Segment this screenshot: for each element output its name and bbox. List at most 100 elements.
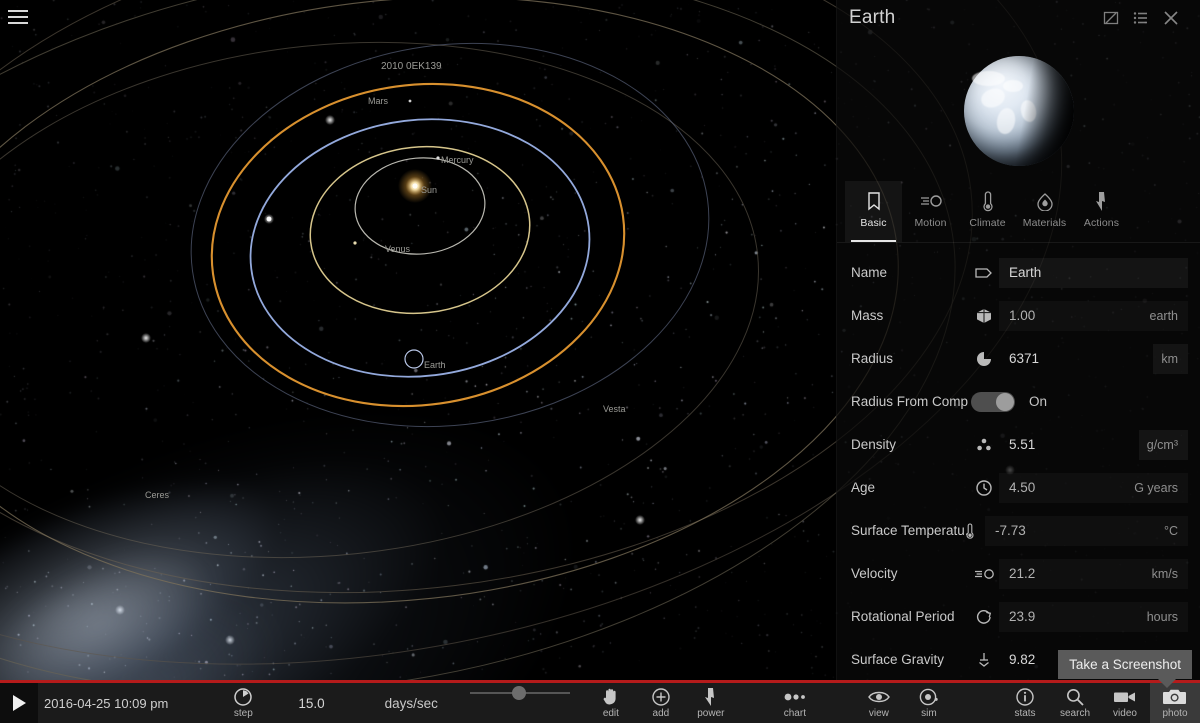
tab-label: Actions	[1083, 217, 1120, 229]
tab-basic[interactable]: Basic	[845, 181, 902, 242]
edit-button[interactable]: edit	[586, 683, 636, 723]
edit-label: edit	[602, 707, 619, 719]
tab-actions[interactable]: Actions	[1073, 181, 1130, 242]
property-row-name: Name Earth	[837, 251, 1200, 294]
view-button[interactable]: view	[854, 683, 904, 723]
step-label: step	[233, 707, 253, 719]
property-value-field-rotational-period[interactable]: 23.9 hours	[999, 602, 1188, 632]
label-sun: Sun	[421, 185, 437, 195]
time-rate-unit[interactable]: days/sec	[385, 696, 438, 711]
hamburger-icon[interactable]	[8, 10, 28, 26]
property-unit: hours	[1146, 609, 1178, 624]
simulation-datetime[interactable]: 2016-04-25 10:09 pm	[44, 696, 168, 711]
radius-from-composition-toggle[interactable]	[971, 391, 1015, 412]
mars-body	[408, 99, 412, 103]
property-row-radius: Radius 6371 km	[837, 337, 1200, 380]
close-icon[interactable]	[1156, 3, 1186, 33]
list-icon[interactable]	[1126, 3, 1156, 33]
object-thumbnail	[837, 36, 1200, 181]
tab-materials[interactable]: Materials	[1016, 181, 1073, 242]
step-clock-icon	[233, 687, 253, 706]
tag-icon	[969, 266, 999, 280]
orbit-earth	[249, 118, 591, 378]
power-button[interactable]: power	[686, 683, 736, 723]
video-button[interactable]: video	[1100, 683, 1150, 723]
time-rate-group: 15.0 days/sec	[298, 683, 438, 723]
property-label: Name	[851, 265, 888, 280]
hamburger-bar	[8, 10, 28, 12]
property-value: 5.51	[1009, 437, 1036, 452]
sim-icon	[918, 688, 940, 706]
property-value-field-mass[interactable]: 1.00 earth	[999, 301, 1188, 331]
property-value-field-velocity[interactable]: 21.2 km/s	[999, 559, 1188, 589]
cube-icon	[969, 307, 999, 325]
property-value-field-surface-temperature[interactable]: -7.73 °C	[985, 516, 1188, 546]
property-label: Radius From Comp...	[851, 394, 969, 409]
droplet-icon	[1035, 189, 1055, 213]
slider-thumb[interactable]	[511, 686, 526, 700]
mercury-body	[436, 156, 440, 160]
label-2010-0ek139: 2010 0EK139	[381, 61, 442, 72]
search-button[interactable]: search	[1050, 683, 1100, 723]
video-camera-icon	[1113, 688, 1137, 706]
tab-motion[interactable]: Motion	[902, 181, 959, 242]
object-info-panel: Earth Basic Motion Climate Materials Act…	[836, 0, 1200, 683]
photo-button[interactable]: photo	[1150, 683, 1200, 723]
camera-icon	[1163, 688, 1187, 706]
property-row-density: Density 5.51 g/cm³	[837, 423, 1200, 466]
play-button[interactable]	[0, 683, 38, 723]
property-list: Name Earth Mass 1.00 earth Radius 6371 k…	[837, 243, 1200, 681]
property-unit: G years	[1134, 480, 1178, 495]
property-value: 6371	[1009, 351, 1040, 366]
view-label: view	[868, 707, 889, 719]
property-value-field-radius[interactable]: 6371 km	[999, 343, 1188, 374]
molecule-icon	[969, 437, 999, 453]
orbit-mercury	[354, 157, 486, 255]
stats-button[interactable]: stats	[1000, 683, 1050, 723]
earth-globe-render	[963, 55, 1074, 166]
hide-image-icon[interactable]	[1096, 3, 1126, 33]
panel-header: Earth	[837, 0, 1200, 36]
property-unit: g/cm³	[1138, 429, 1188, 460]
property-label: Rotational Period	[851, 609, 955, 624]
property-value: Earth	[1009, 265, 1042, 280]
toggle-state-label: On	[1029, 394, 1048, 409]
label-venus: Venus	[385, 244, 411, 254]
hamburger-bar	[8, 16, 28, 18]
tab-climate[interactable]: Climate	[959, 181, 1016, 242]
time-rate-value[interactable]: 15.0	[298, 696, 324, 711]
bottom-toolbar: 2016-04-25 10:09 pm step 15.0 days/sec e…	[0, 683, 1200, 723]
lightning-icon	[704, 687, 717, 706]
thermometer-icon	[981, 189, 995, 213]
chart-button[interactable]: chart	[770, 683, 820, 723]
property-value-field-name[interactable]: Earth	[999, 257, 1188, 288]
earth-selection-ring	[404, 349, 424, 369]
bright-star	[266, 216, 272, 222]
property-label: Surface Gravity	[851, 652, 945, 667]
info-icon	[1015, 687, 1035, 706]
property-value: 1.00	[1009, 308, 1036, 323]
page-title: Earth	[849, 7, 896, 28]
sim-button[interactable]: sim	[904, 683, 954, 723]
tab-label: Materials	[1022, 217, 1067, 229]
property-value: 21.2	[1009, 566, 1036, 581]
sim-label: sim	[921, 707, 937, 719]
search-icon	[1065, 688, 1085, 706]
property-value-field-density[interactable]: 5.51 g/cm³	[999, 429, 1188, 460]
radius-icon	[969, 350, 999, 368]
label-ceres: Ceres	[145, 490, 170, 500]
hand-icon	[602, 688, 620, 706]
chart-label: chart	[783, 707, 806, 719]
property-value-field-age[interactable]: 4.50 G years	[999, 473, 1188, 503]
step-button[interactable]: step	[218, 683, 268, 723]
property-label: Surface Temperatu...	[851, 523, 969, 538]
time-speed-slider[interactable]	[469, 683, 570, 703]
bookmark-icon	[866, 189, 882, 213]
label-mars: Mars	[368, 96, 388, 106]
property-value: 4.50	[1009, 480, 1036, 495]
add-button[interactable]: add	[636, 683, 686, 723]
label-vesta: Vesta	[603, 404, 626, 414]
velocity-icon	[919, 189, 943, 213]
property-row-age: Age 4.50 G years	[837, 466, 1200, 509]
